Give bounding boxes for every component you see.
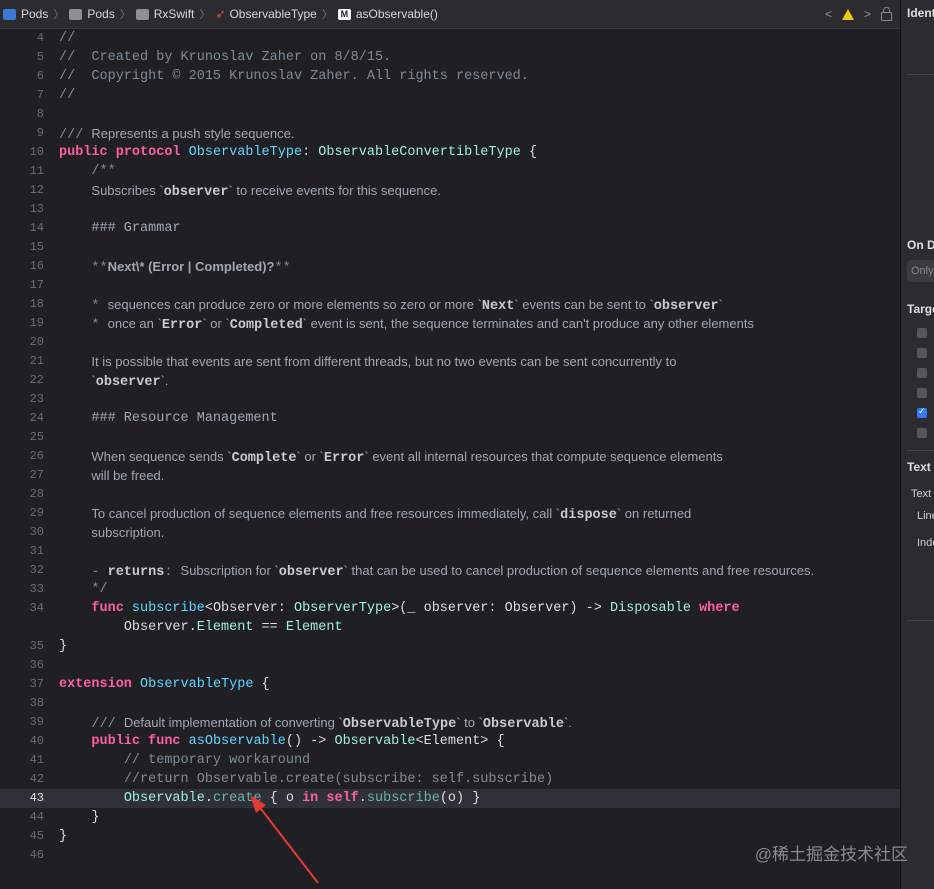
folder-icon xyxy=(135,8,149,20)
breadcrumb-item-method[interactable]: MasObservable() xyxy=(335,7,441,21)
code-line: 44 } xyxy=(29,810,100,825)
code-line: 41 // temporary workaround xyxy=(29,753,311,768)
method-icon: M xyxy=(337,8,351,20)
code-line: 16 **Next\* (Error | Completed)?** xyxy=(29,259,291,276)
code-line: 40 public func asObservable() -> Observa… xyxy=(29,734,505,749)
editor-nav-controls: < > xyxy=(825,0,892,28)
code-line: 36 xyxy=(29,658,44,672)
code-line-current: 43 Observable.create { o in self.subscri… xyxy=(0,789,900,808)
indent-label: Inde xyxy=(917,537,934,549)
warning-icon[interactable] xyxy=(841,8,854,20)
code-line: 18 * sequences can produce zero or more … xyxy=(29,297,723,314)
code-line: 33 */ xyxy=(29,582,108,597)
breadcrumb-item-file[interactable]: ➶ ObservableType xyxy=(212,7,319,21)
code-editor[interactable]: 4// 5// Created by Krunoslav Zaher on 8/… xyxy=(0,29,900,889)
text-settings-header: Text xyxy=(907,460,931,474)
watermark: @稀土掘金技术社区 xyxy=(754,845,908,864)
code-line: 32 - returns: Subscription for `observer… xyxy=(29,563,815,580)
code-line: 10 public protocol ObservableType: Observ… xyxy=(29,145,538,160)
code-line: 42 //return Observable.create(subscribe:… xyxy=(29,772,554,787)
target-checkbox[interactable] xyxy=(917,388,927,398)
code-line: 35} xyxy=(29,639,68,654)
app-icon xyxy=(3,8,16,20)
code-line: 30 subscription. xyxy=(29,525,165,540)
chevron-right-icon[interactable]: > xyxy=(864,7,871,21)
code-line: 29 To cancel production of sequence elem… xyxy=(29,506,692,523)
code-line: 13 xyxy=(29,202,44,216)
code-line: 31 xyxy=(29,544,44,558)
breadcrumb: Pods 〉 Pods 〉 RxSwift 〉 ➶ ObservableType … xyxy=(0,0,900,29)
target-checkbox[interactable] xyxy=(917,328,927,338)
on-demand-tags-input[interactable]: Only xyxy=(907,260,934,282)
target-membership-header: Targe xyxy=(907,302,934,316)
code-line: 34 func subscribe<Observer: ObserverType… xyxy=(29,601,740,616)
divider xyxy=(907,74,934,75)
code-line: 26 When sequence sends `Complete` or `Er… xyxy=(29,449,723,466)
code-line: 19 * once an `Error` or `Completed` even… xyxy=(29,316,754,333)
breadcrumb-item-pods-project[interactable]: Pods xyxy=(0,7,51,21)
breadcrumb-item-pods-folder[interactable]: Pods xyxy=(66,7,117,21)
divider xyxy=(907,450,934,451)
code-line: 14 ### Grammar xyxy=(29,221,181,236)
code-line: 20 xyxy=(29,335,44,349)
breadcrumb-item-rxswift[interactable]: RxSwift xyxy=(133,7,198,21)
lock-icon[interactable] xyxy=(881,6,892,21)
target-checkbox[interactable] xyxy=(917,348,927,358)
code-line: 28 xyxy=(29,487,44,501)
code-line: 17 xyxy=(29,278,44,292)
code-line: 39 /// Default implementation of convert… xyxy=(29,715,572,732)
divider xyxy=(907,620,934,621)
target-checkbox[interactable] xyxy=(917,368,927,378)
code-line: 24 ### Resource Management xyxy=(29,411,278,426)
code-line: 11 /** xyxy=(29,164,116,179)
code-line: Observer.Element == Element xyxy=(123,620,343,635)
code-line: 25 xyxy=(29,430,44,444)
code-line: 12 Subscribes `observer` to receive even… xyxy=(29,183,441,200)
annotation-arrow xyxy=(250,795,319,884)
chevron-right-icon: 〉 xyxy=(119,9,131,21)
code-line: 5// Created by Krunoslav Zaher on 8/8/15… xyxy=(36,50,392,65)
code-line: 4// xyxy=(36,31,76,46)
swift-icon: ➶ xyxy=(215,7,226,21)
on-demand-header: On D xyxy=(907,238,934,252)
chevron-right-icon: 〉 xyxy=(199,9,211,21)
code-line: 7// xyxy=(36,88,76,103)
code-line: 9/// Represents a push style sequence. xyxy=(36,126,295,143)
code-line: 15 xyxy=(29,240,44,254)
code-line: 37 extension ObservableType { xyxy=(29,677,270,692)
code-line: 27 will be freed. xyxy=(29,468,165,483)
text-encoding-label: Text xyxy=(911,488,932,500)
inspector-title: Ident xyxy=(907,6,934,20)
folder-icon xyxy=(69,8,83,20)
line-endings-label: Line xyxy=(917,510,934,522)
code-line: 38 xyxy=(29,696,44,710)
inspector-panel: Ident On D Only Targe Text Text Line Ind… xyxy=(900,0,934,889)
chevron-right-icon: 〉 xyxy=(321,9,333,21)
code-line: 22 `observer`. xyxy=(29,373,169,390)
target-checkbox-checked[interactable] xyxy=(917,406,927,418)
chevron-left-icon[interactable]: < xyxy=(825,7,832,21)
target-checkbox[interactable] xyxy=(917,428,927,438)
code-line: 6// Copyright © 2015 Krunoslav Zaher. Al… xyxy=(36,69,529,84)
code-line: 23 xyxy=(29,392,44,406)
code-line: 8 xyxy=(36,107,44,121)
code-line: 21 It is possible that events are sent f… xyxy=(29,354,677,369)
chevron-right-icon: 〉 xyxy=(53,9,65,21)
